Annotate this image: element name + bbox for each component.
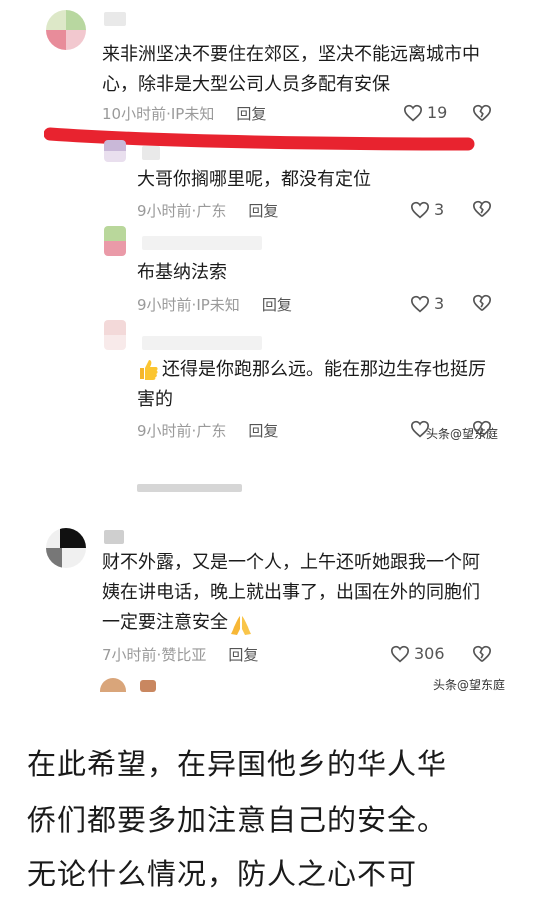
like-count: 3 <box>434 294 445 313</box>
comment-meta: 10小时前 · IP未知 回复 <box>102 103 267 124</box>
comment-meta: 9小时前 · 广东 回复 <box>137 200 279 221</box>
comment-time: 10小时前 <box>102 105 167 123</box>
heart-icon <box>403 104 423 121</box>
reply-button[interactable]: 回复 <box>262 294 292 315</box>
broken-heart-icon <box>472 104 492 121</box>
avatar[interactable] <box>100 678 126 692</box>
heart-icon <box>390 645 410 662</box>
avatar[interactable] <box>46 528 86 568</box>
watermark: 头条@望东庭 <box>433 678 506 692</box>
reply-button[interactable]: 回复 <box>228 644 258 665</box>
like-button[interactable]: 306 <box>390 644 445 663</box>
comment-meta: 9小时前 · IP未知 回复 <box>137 294 292 315</box>
comment-location: IP未知 <box>196 296 240 314</box>
like-button[interactable]: 19 <box>403 103 447 122</box>
like-button[interactable]: 3 <box>410 294 444 313</box>
comment-location: 广东 <box>196 202 227 220</box>
broken-heart-icon <box>472 294 492 311</box>
avatar[interactable] <box>140 680 156 692</box>
comment-time: 9小时前 <box>137 296 192 314</box>
reply-button[interactable]: 回复 <box>236 103 266 124</box>
comment-location: 赞比亚 <box>161 646 207 664</box>
username[interactable] <box>104 530 124 544</box>
username[interactable] <box>142 336 262 350</box>
comment-meta: 7小时前 · 赞比亚 回复 <box>102 644 259 665</box>
like-count: 19 <box>427 103 448 122</box>
comment-text: 大哥你搁哪里呢，都没有定位 <box>137 169 371 190</box>
dislike-button[interactable] <box>472 104 492 126</box>
comment-location: 广东 <box>196 422 227 440</box>
dislike-button[interactable] <box>472 200 492 222</box>
comment-time: 9小时前 <box>137 422 192 440</box>
reply-button[interactable]: 回复 <box>248 200 278 221</box>
comment-location: IP未知 <box>170 105 215 123</box>
comment-text: 布基纳法索 <box>137 262 227 283</box>
comment-meta: 9小时前 · 广东 回复 <box>137 420 279 441</box>
like-count: 306 <box>414 644 445 663</box>
like-count: 3 <box>434 200 445 219</box>
like-button[interactable]: 3 <box>410 200 444 219</box>
avatar[interactable] <box>104 140 126 162</box>
article-line: 无论什么情况，防人之心不可 <box>27 857 418 891</box>
dislike-button[interactable] <box>472 645 492 667</box>
comment-time: 9小时前 <box>137 202 192 220</box>
broken-heart-icon <box>472 420 492 437</box>
comment-text: 来非洲坚决不要住在郊区，坚决不能远离城市中心，除非是大型公司人员多配有安保 <box>102 44 480 95</box>
blurred-text <box>137 484 242 492</box>
comment-text: 财不外露，又是一个人，上午还听她跟我一个阿姨在讲电话，晚上就出事了，出国在外的同… <box>102 552 480 633</box>
heart-icon <box>410 295 430 312</box>
comment-time: 7小时前 <box>102 646 157 664</box>
username[interactable] <box>142 146 160 160</box>
dislike-button[interactable] <box>472 420 492 442</box>
username[interactable] <box>104 12 126 26</box>
broken-heart-icon <box>472 645 492 662</box>
dislike-button[interactable] <box>472 294 492 316</box>
heart-icon <box>410 201 430 218</box>
username[interactable] <box>142 236 262 250</box>
reply-button[interactable]: 回复 <box>248 420 278 441</box>
article-line: 侨们都要多加注意自己的安全。 <box>27 803 448 837</box>
article-line: 在此希望，在异国他乡的华人华 <box>27 747 448 781</box>
broken-heart-icon <box>472 200 492 217</box>
avatar[interactable] <box>46 10 86 50</box>
comment-text: 还得是你跑那么远。能在那边生存也挺厉害的 <box>137 359 486 410</box>
avatar[interactable] <box>104 320 126 350</box>
avatar[interactable] <box>104 226 126 256</box>
